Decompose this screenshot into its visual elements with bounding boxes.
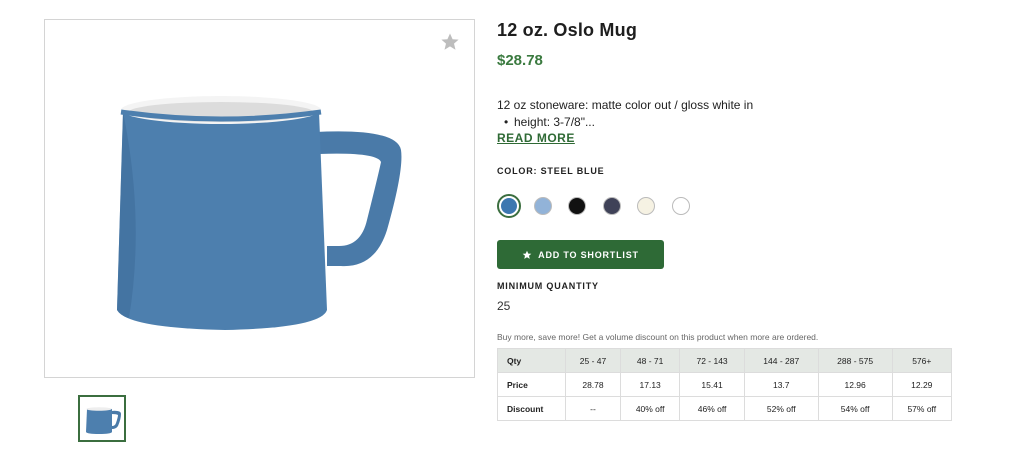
swatch-steel-blue[interactable] <box>497 194 521 218</box>
volume-discount-note: Buy more, save more! Get a volume discou… <box>497 332 819 342</box>
table-header-cell: 144 - 287 <box>743 348 819 373</box>
add-to-shortlist-button[interactable]: ADD TO SHORTLIST <box>497 240 664 269</box>
table-row-price: Price 28.78 17.13 15.41 13.7 12.96 12.29 <box>497 372 953 397</box>
add-to-shortlist-label: ADD TO SHORTLIST <box>538 249 639 260</box>
table-cell: 12.29 <box>891 372 953 397</box>
pricing-table: Qty 25 - 47 48 - 71 72 - 143 144 - 287 2… <box>497 348 953 421</box>
minimum-quantity-value: 25 <box>497 299 511 313</box>
table-header-cell: 576+ <box>891 348 953 373</box>
table-cell: 12.96 <box>817 372 893 397</box>
product-title: 12 oz. Oslo Mug <box>497 20 638 40</box>
minimum-quantity-label: MINIMUM QUANTITY <box>497 281 599 291</box>
table-row-discount: Discount -- 40% off 46% off 52% off 54% … <box>497 396 953 421</box>
product-price: $28.78 <box>497 52 543 69</box>
read-more-link[interactable]: READ MORE <box>497 131 575 145</box>
swatch-navy[interactable] <box>603 197 621 215</box>
swatch-cream[interactable] <box>637 197 655 215</box>
table-cell: 17.13 <box>619 372 681 397</box>
table-header-cell: Qty <box>497 348 566 373</box>
table-header-cell: 48 - 71 <box>619 348 681 373</box>
table-header-cell: 288 - 575 <box>817 348 893 373</box>
mug-thumbnail-image <box>86 407 121 434</box>
table-cell: 46% off <box>679 396 745 421</box>
table-cell: 13.7 <box>743 372 819 397</box>
color-label: COLOR: STEEL BLUE <box>497 166 605 176</box>
table-cell: 28.78 <box>565 372 621 397</box>
product-image-frame <box>44 19 475 378</box>
swatch-white[interactable] <box>672 197 690 215</box>
table-header-cell: 72 - 143 <box>679 348 745 373</box>
product-thumbnail[interactable] <box>78 395 126 442</box>
product-description: 12 oz stoneware: matte color out / gloss… <box>497 98 754 112</box>
table-cell: 15.41 <box>679 372 745 397</box>
table-cell: Discount <box>497 396 566 421</box>
table-cell: Price <box>497 372 566 397</box>
table-cell: 40% off <box>619 396 681 421</box>
swatch-black[interactable] <box>568 197 586 215</box>
table-header-row: Qty 25 - 47 48 - 71 72 - 143 144 - 287 2… <box>497 348 953 373</box>
table-cell: 57% off <box>891 396 953 421</box>
table-header-cell: 25 - 47 <box>565 348 621 373</box>
table-cell: -- <box>565 396 621 421</box>
table-cell: 52% off <box>743 396 819 421</box>
product-bullet: height: 3-7/8"... <box>504 115 595 129</box>
swatch-light-blue[interactable] <box>534 197 552 215</box>
mug-image <box>117 96 402 330</box>
star-icon <box>522 250 532 259</box>
table-cell: 54% off <box>817 396 893 421</box>
favorite-star-icon[interactable] <box>440 32 460 52</box>
